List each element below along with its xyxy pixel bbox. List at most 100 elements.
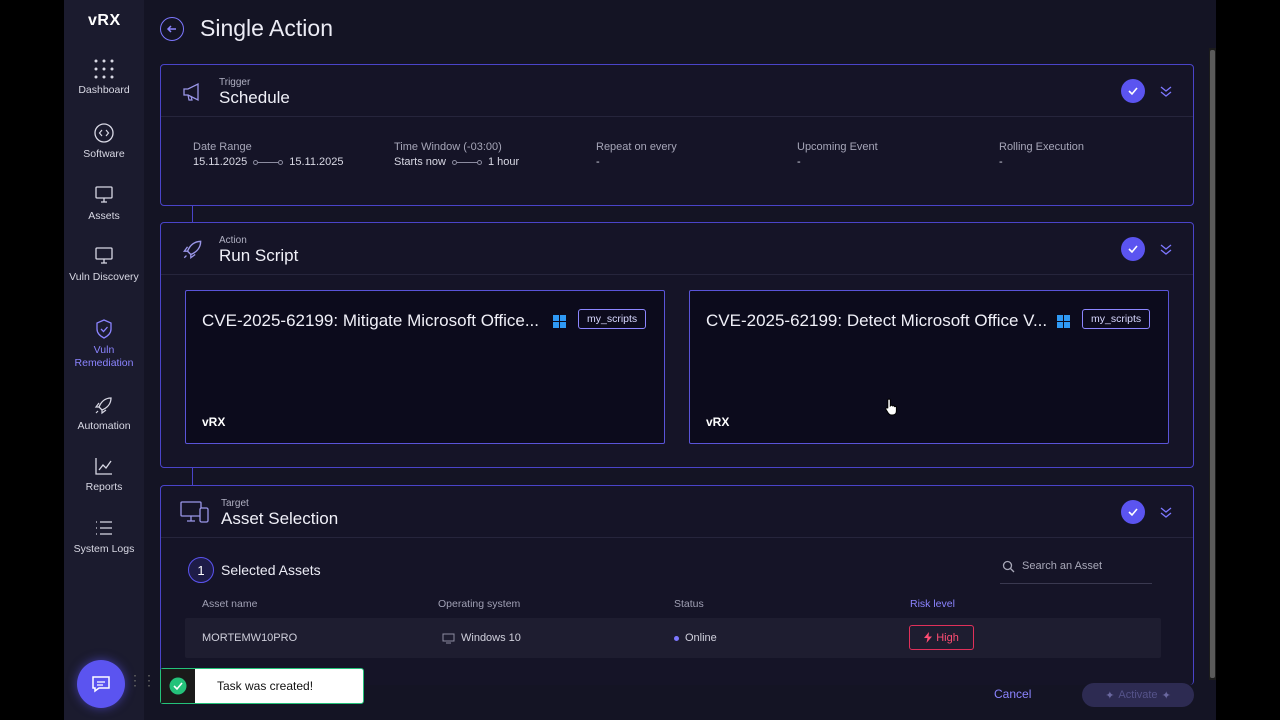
upcoming-value: - [797, 156, 801, 168]
card-title: Schedule [219, 88, 290, 107]
column-header[interactable]: Operating system [438, 598, 520, 610]
status-value: Online [685, 632, 717, 644]
card-kicker: Target [221, 498, 249, 509]
chevron-double-down-icon[interactable] [1159, 505, 1173, 519]
check-icon [1121, 79, 1145, 103]
monitor-icon [442, 633, 455, 643]
time-start: Starts now [394, 156, 446, 168]
check-icon [1121, 500, 1145, 524]
time-window-label: Time Window (-03:00) [394, 141, 502, 153]
sidebar-item-automation[interactable]: Automation [64, 394, 144, 433]
rocket-icon [182, 240, 202, 260]
date-range-field: Date Range 15.11.2025 15.11.2025 [193, 141, 344, 168]
shield-icon [96, 319, 112, 339]
upcoming-event-field: Upcoming Event - [797, 141, 878, 168]
activate-button[interactable]: ✦ Activate ✦ [1082, 683, 1194, 707]
chat-button[interactable] [77, 660, 125, 708]
back-button[interactable] [160, 17, 184, 41]
sidebar-item-label: System Logs [73, 543, 135, 555]
card-title: Asset Selection [221, 509, 339, 528]
chat-icon [92, 676, 110, 693]
column-header[interactable]: Status [674, 598, 704, 610]
cancel-button[interactable]: Cancel [994, 687, 1031, 701]
activate-label: Activate [1118, 689, 1158, 701]
devices-icon [180, 501, 209, 523]
scrollbar-thumb[interactable] [1210, 50, 1215, 678]
selected-assets-label: Selected Assets [221, 562, 321, 578]
sparkle-icon: ✦ [1105, 689, 1115, 702]
card-title: Run Script [219, 246, 299, 265]
chevron-double-down-icon[interactable] [1159, 242, 1173, 256]
app-frame: vRX Dashboard Software Assets Vuln Disco… [64, 0, 1216, 720]
sidebar-item-vuln-discovery[interactable]: Vuln Discovery [64, 245, 144, 284]
sidebar-item-label: Dashboard [78, 84, 130, 96]
sidebar-item-dashboard[interactable]: Dashboard [64, 58, 144, 97]
search-icon [1002, 560, 1015, 573]
flow-connector [192, 206, 193, 222]
action-card: Action Run Script CVE-2025-62199: Mitiga… [160, 222, 1194, 468]
status-cell: Online [674, 632, 717, 644]
vrx-logo: vRX [706, 415, 730, 429]
monitor-icon [95, 186, 113, 203]
action-card-header[interactable]: Action Run Script [161, 223, 1193, 275]
hand-cursor-icon [885, 398, 897, 416]
repeat-label: Repeat on every [596, 141, 677, 153]
monitor-search-icon [95, 247, 113, 264]
repeat-value: - [596, 156, 600, 168]
sidebar-item-label: Vuln Discovery [69, 271, 139, 283]
sidebar-item-assets[interactable]: Assets [64, 184, 144, 223]
range-connector [253, 159, 284, 165]
time-end: 1 hour [487, 156, 520, 168]
rocket-icon [94, 397, 112, 415]
check-icon [1121, 237, 1145, 261]
script-tag: my_scripts [578, 309, 647, 329]
search-input[interactable] [1022, 560, 1150, 572]
sidebar-item-vuln-remediation[interactable]: Vuln Remediation [64, 318, 144, 370]
date-from: 15.11.2025 [193, 156, 248, 168]
sparkle-icon: ✦ [1161, 689, 1171, 702]
chevron-double-down-icon[interactable] [1159, 84, 1173, 98]
sidebar: vRX Dashboard Software Assets Vuln Disco… [64, 0, 156, 720]
script-card[interactable]: CVE-2025-62199: Mitigate Microsoft Offic… [185, 290, 665, 444]
sidebar-item-software[interactable]: Software [64, 122, 144, 161]
lightning-icon [924, 632, 933, 643]
toast-icon-wrap [161, 669, 195, 703]
vrx-logo: vRX [202, 415, 226, 429]
repeat-field: Repeat on every - [596, 141, 677, 168]
success-check-icon [169, 677, 187, 695]
sidebar-item-system-logs[interactable]: System Logs [64, 517, 144, 556]
os-cell: Windows 10 [442, 632, 521, 644]
card-kicker: Action [219, 235, 247, 246]
sidebar-item-label: Software [83, 148, 125, 160]
drag-handle-icon[interactable]: ⋮⋮ [128, 673, 156, 687]
risk-badge: High [909, 625, 974, 650]
megaphone-icon [183, 82, 199, 102]
trigger-card-header[interactable]: Trigger Schedule [161, 65, 1193, 117]
column-header[interactable]: Risk level [910, 598, 955, 610]
code-icon [94, 123, 114, 143]
arrow-left-icon [166, 25, 176, 33]
card-kicker: Trigger [219, 77, 251, 88]
vrx-logo: vRX [88, 12, 121, 29]
sidebar-item-label: Reports [85, 481, 123, 493]
script-card[interactable]: CVE-2025-62199: Detect Microsoft Office … [689, 290, 1169, 444]
date-to: 15.11.2025 [289, 156, 344, 168]
toast-notification: Task was created! [160, 668, 364, 704]
upcoming-label: Upcoming Event [797, 141, 878, 153]
selected-count-badge: 1 [188, 557, 214, 583]
column-header[interactable]: Asset name [202, 598, 257, 610]
rolling-label: Rolling Execution [999, 141, 1084, 153]
status-dot [674, 635, 679, 641]
script-title: CVE-2025-62199: Detect Microsoft Office … [706, 311, 1048, 330]
time-window-field: Time Window (-03:00) Starts now 1 hour [394, 141, 519, 168]
table-row[interactable]: MORTEMW10PRO Windows 10 Online High [185, 618, 1161, 658]
date-range-label: Date Range [193, 141, 252, 153]
asset-search [1000, 556, 1152, 584]
risk-value: High [936, 631, 959, 644]
target-card-header[interactable]: Target Asset Selection [161, 486, 1193, 538]
rolling-value: - [999, 156, 1003, 168]
script-title: CVE-2025-62199: Mitigate Microsoft Offic… [202, 311, 540, 330]
flow-connector [192, 468, 193, 485]
script-tag: my_scripts [1082, 309, 1151, 329]
sidebar-item-reports[interactable]: Reports [64, 455, 144, 494]
